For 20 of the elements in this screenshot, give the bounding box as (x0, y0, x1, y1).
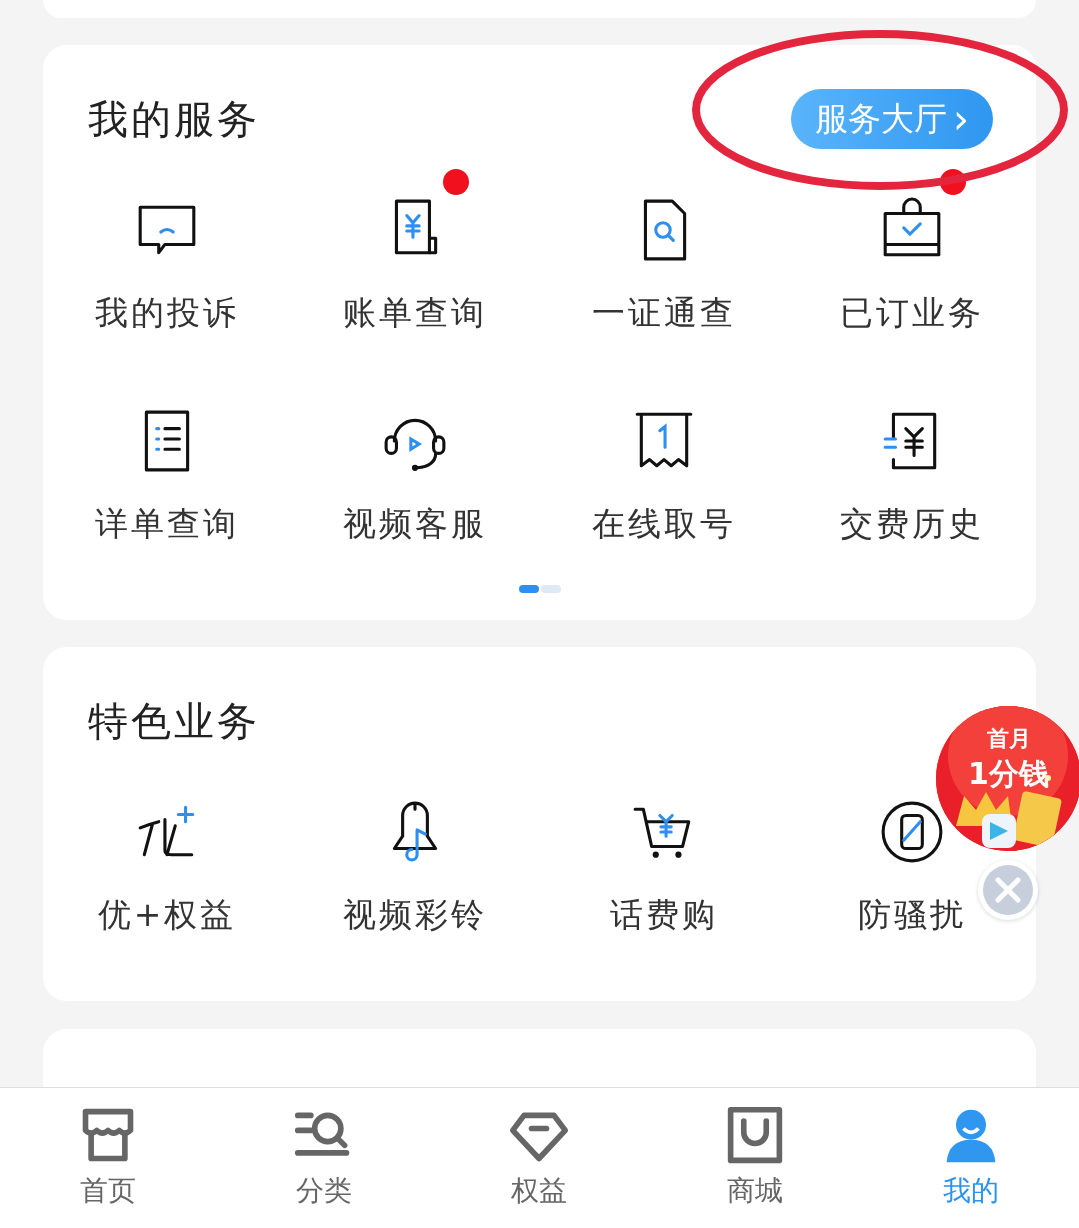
service-label[interactable]: 已订业务 (839, 291, 984, 336)
service-label[interactable]: 交费历史 (839, 502, 984, 547)
tab[interactable]: 首页 (0, 1088, 216, 1228)
tab[interactable]: 商城 (647, 1088, 864, 1228)
section-title: 我的服务 (88, 94, 260, 144)
service-label[interactable]: 防骚扰 (857, 893, 966, 938)
service-label[interactable]: 我的投诉 (95, 291, 240, 336)
service-label[interactable]: 优+权益 (97, 893, 237, 938)
service-label[interactable]: 话费购 (609, 893, 718, 938)
service-label[interactable]: 账单查询 (343, 291, 488, 336)
promo-text: 首月 (986, 725, 1031, 753)
service-label[interactable]: 详单查询 (95, 502, 240, 547)
promo-text: 1分钱 (968, 755, 1049, 793)
tab[interactable]: 分类 (215, 1088, 432, 1228)
service-label[interactable]: 在线取号 (591, 502, 736, 547)
tab[interactable]: 权益 (431, 1088, 648, 1228)
service-label[interactable]: 视频客服 (343, 502, 488, 547)
service-label[interactable]: 视频彩铃 (343, 893, 488, 938)
service-label[interactable]: 一证通查 (591, 291, 736, 336)
section-title: 特色业务 (88, 696, 260, 746)
